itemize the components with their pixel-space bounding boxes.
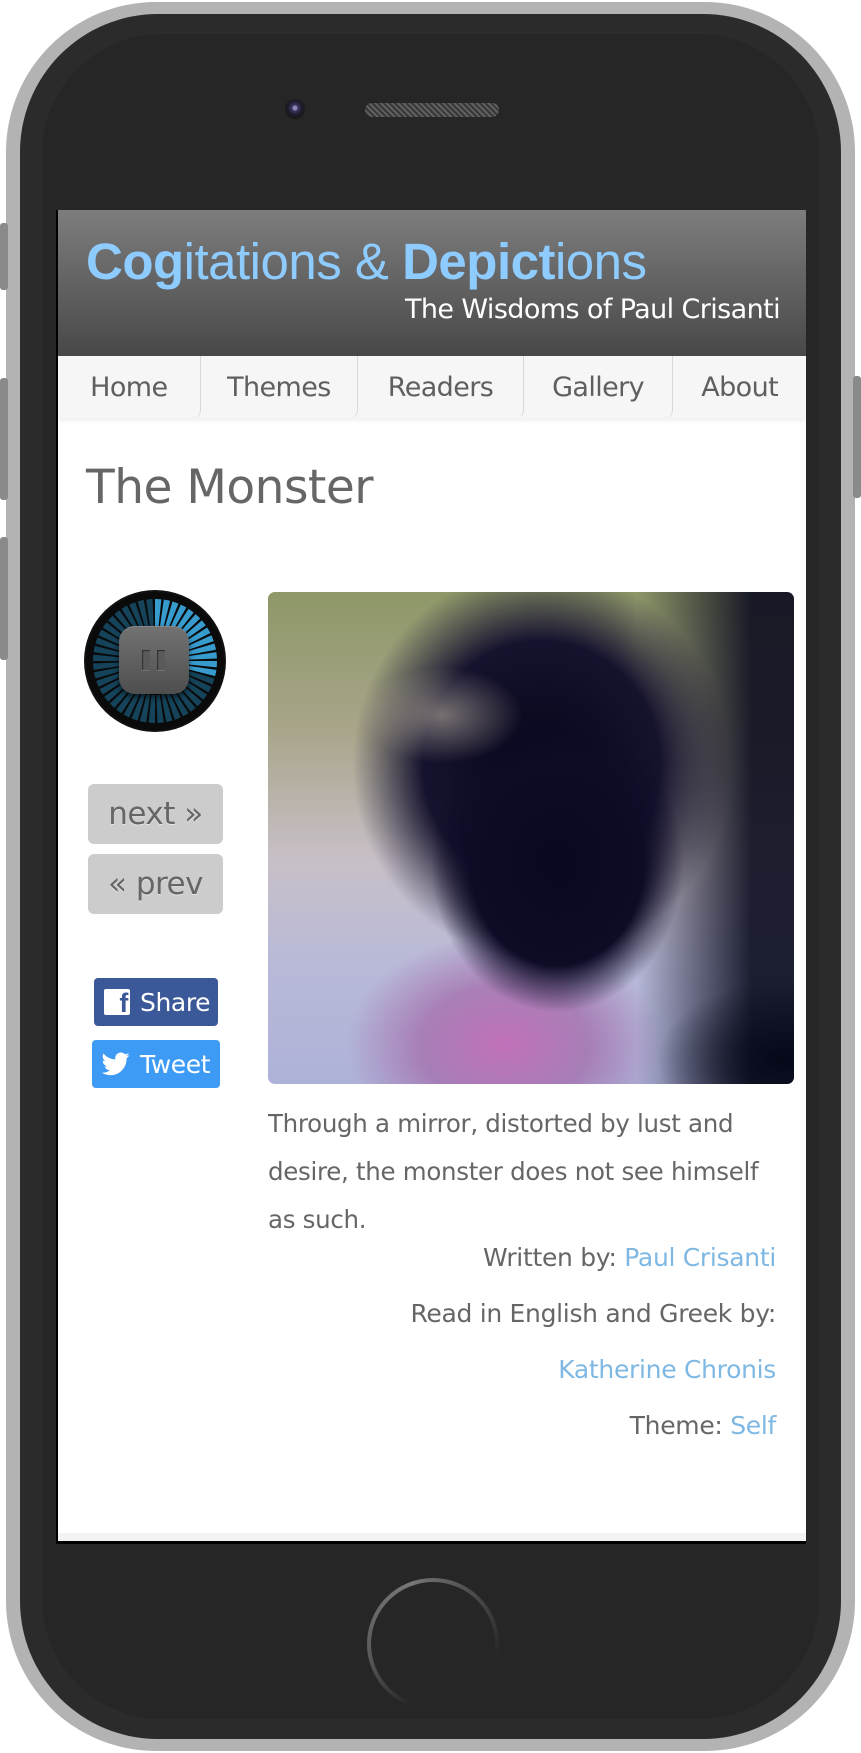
theme-link[interactable]: Self	[730, 1411, 776, 1440]
site-tagline: The Wisdoms of Paul Crisanti	[405, 294, 781, 325]
screen-footer	[58, 1533, 806, 1541]
mute-switch	[0, 223, 8, 290]
theme-label: Theme:	[629, 1411, 723, 1440]
site-title-part: Depict	[402, 233, 555, 290]
power-button	[853, 376, 861, 498]
credit-written-by: Written by: Paul Crisanti	[410, 1230, 776, 1286]
page-title: The Monster	[86, 460, 374, 515]
twitter-tweet-label: Tweet	[140, 1049, 211, 1079]
facebook-share-label: Share	[140, 987, 211, 1017]
credit-theme: Theme: Self	[410, 1398, 777, 1454]
dial-segment	[188, 661, 217, 668]
read-by-label: Read in English and Greek by:	[410, 1299, 776, 1328]
site-header: Cogitations & Depictions The Wisdoms of …	[58, 210, 806, 356]
nav-item-themes[interactable]: Themes	[201, 356, 359, 418]
site-title-part: Cog	[86, 233, 184, 290]
volume-up-button	[0, 378, 8, 500]
poem-description: Through a mirror, distorted by lust and …	[268, 1109, 759, 1234]
nav-item-gallery[interactable]: Gallery	[524, 356, 674, 418]
volume-down-button	[0, 537, 8, 660]
site-title[interactable]: Cogitations & Depictions	[86, 232, 647, 291]
site-title-part: itations &	[183, 233, 403, 290]
written-by-label: Written by:	[483, 1243, 617, 1272]
nav-item-home[interactable]: Home	[58, 356, 201, 418]
credits: Written by: Paul Crisanti Read in Englis…	[410, 1230, 776, 1454]
dial-segment	[93, 654, 122, 661]
reader-link[interactable]: Katherine Chronis	[558, 1355, 776, 1384]
next-button[interactable]: next »	[88, 784, 223, 844]
twitter-tweet-button[interactable]: Tweet	[92, 1040, 220, 1088]
facebook-icon	[104, 988, 130, 1019]
artwork-image	[268, 592, 794, 1084]
credit-read-by: Read in English and Greek by:	[410, 1286, 776, 1342]
pause-icon	[142, 650, 150, 670]
site-title-part: ions	[554, 233, 647, 290]
front-camera-icon	[285, 99, 305, 119]
nav-item-readers[interactable]: Readers	[358, 356, 524, 418]
author-link[interactable]: Paul Crisanti	[624, 1243, 776, 1272]
home-button[interactable]	[367, 1578, 499, 1710]
dial-segment	[148, 694, 155, 723]
credit-reader: Katherine Chronis	[410, 1342, 776, 1398]
twitter-bird-icon	[102, 1052, 130, 1076]
phone-screen: Cogitations & Depictions The Wisdoms of …	[56, 210, 806, 1544]
earpiece-speaker	[365, 103, 499, 117]
pause-button[interactable]	[119, 626, 189, 694]
prev-button[interactable]: « prev	[88, 854, 223, 914]
audio-player	[86, 592, 224, 730]
facebook-share-button[interactable]: Share	[94, 978, 218, 1026]
pause-icon	[157, 650, 165, 670]
nav-item-about[interactable]: About	[673, 356, 806, 418]
main-nav: Home Themes Readers Gallery About	[58, 356, 806, 418]
dial-segment	[155, 599, 162, 628]
